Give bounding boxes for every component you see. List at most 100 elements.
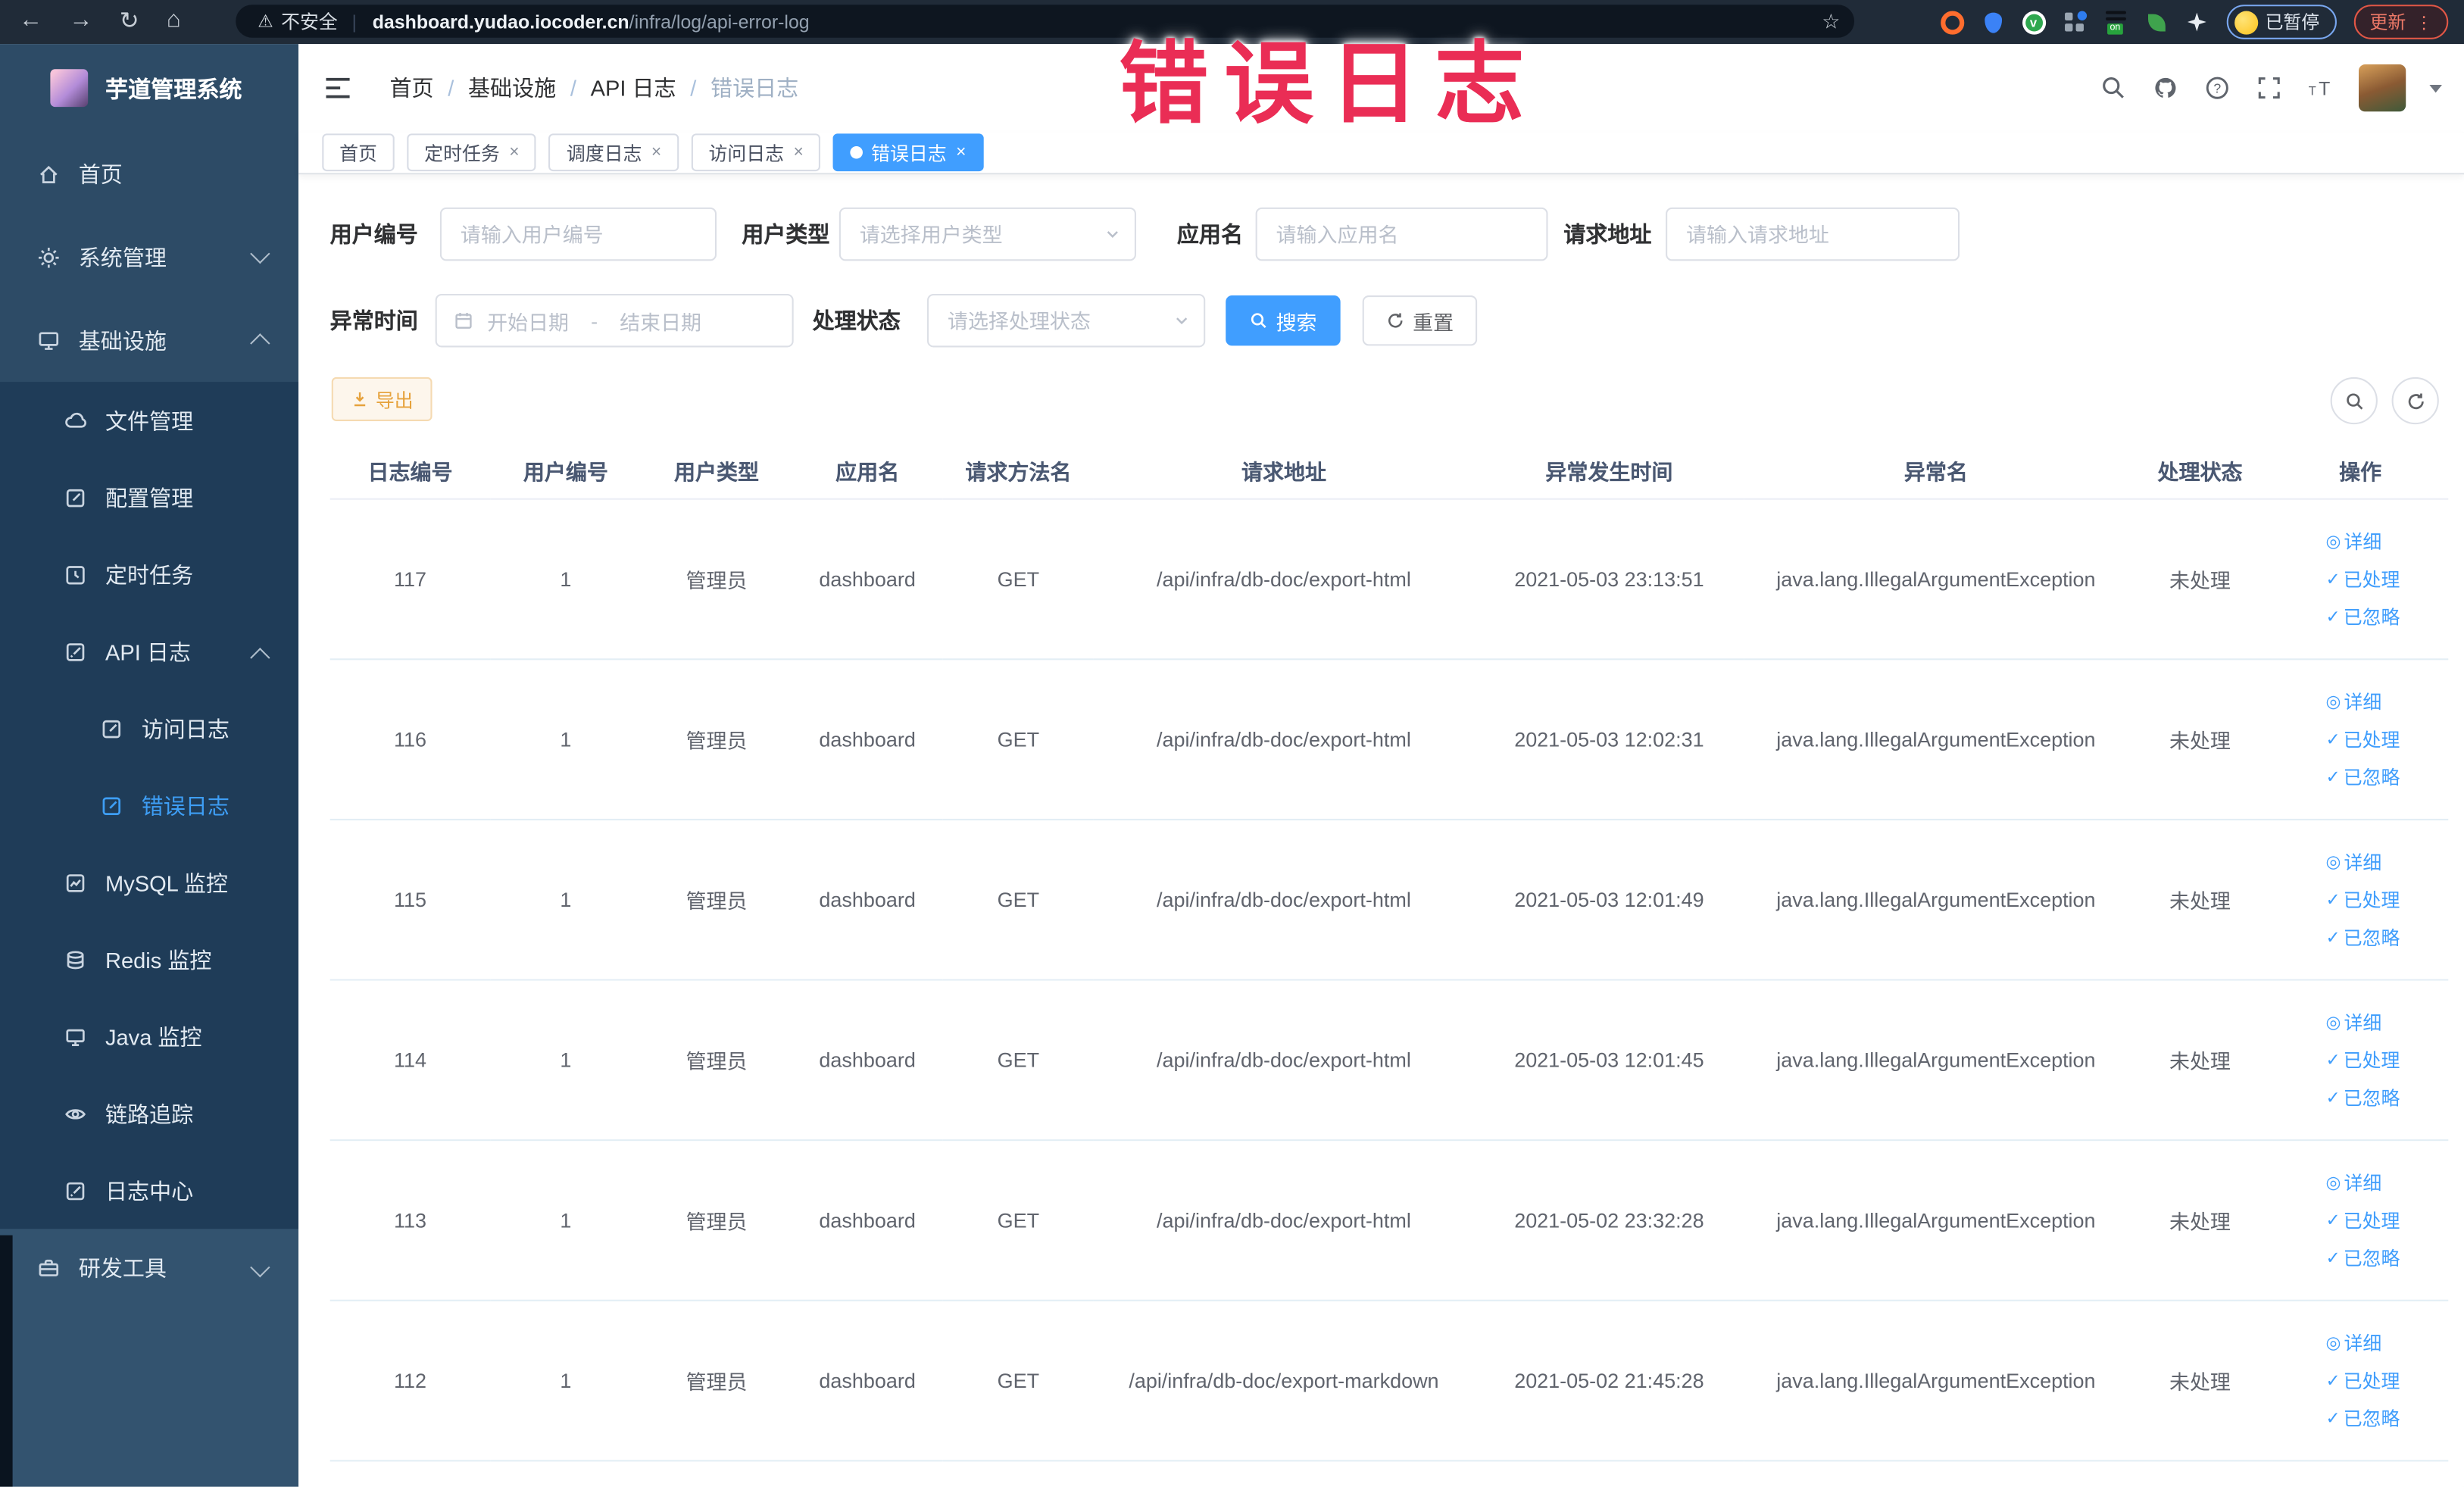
- mark-processed-link[interactable]: ✓ 已处理: [2325, 566, 2400, 592]
- app-name-input[interactable]: [1255, 207, 1548, 261]
- sidebar-item-config-manage[interactable]: 配置管理: [0, 459, 298, 536]
- close-icon[interactable]: ×: [956, 143, 966, 162]
- browser-forward-icon[interactable]: →: [69, 6, 92, 33]
- sidebar-item-error-log[interactable]: 错误日志: [0, 767, 298, 844]
- app-name-label: 应用名: [1176, 221, 1244, 247]
- close-icon[interactable]: ×: [794, 143, 804, 162]
- request-url-input[interactable]: [1666, 207, 1960, 261]
- browser-home-icon[interactable]: ⌂: [167, 6, 181, 33]
- user-avatar[interactable]: [2359, 64, 2406, 112]
- detail-link[interactable]: ◎ 详细: [2325, 1170, 2381, 1196]
- extension-icon[interactable]: on: [2103, 10, 2127, 34]
- mark-ignored-link[interactable]: ✓ 已忽略: [2325, 1245, 2400, 1271]
- detail-link[interactable]: ◎ 详细: [2325, 848, 2381, 875]
- tab-scheduled-jobs[interactable]: 定时任务 ×: [407, 133, 537, 172]
- extension-icon[interactable]: [2063, 10, 2087, 33]
- exception-time-label: 异常时间: [329, 308, 418, 333]
- col-exception: 异常名: [1744, 439, 2128, 500]
- breadcrumb-home[interactable]: 首页: [390, 72, 434, 103]
- exception-time-range-picker[interactable]: 开始日期 - 结束日期: [435, 293, 794, 348]
- tab-schedule-log[interactable]: 调度日志 ×: [549, 133, 679, 172]
- check-icon: ✓: [2325, 1051, 2341, 1070]
- font-size-icon[interactable]: TT: [2307, 74, 2335, 102]
- sidebar-item-infra[interactable]: 基础设施: [0, 298, 298, 382]
- mark-processed-link[interactable]: ✓ 已处理: [2325, 1047, 2400, 1073]
- mark-processed-link[interactable]: ✓ 已处理: [2325, 1207, 2400, 1233]
- breadcrumb-infra[interactable]: 基础设施: [468, 72, 556, 103]
- extension-icon[interactable]: [2144, 10, 2168, 33]
- mark-ignored-link[interactable]: ✓ 已忽略: [2325, 924, 2400, 951]
- chevron-down-icon: [250, 243, 270, 264]
- mark-processed-link[interactable]: ✓ 已处理: [2325, 726, 2400, 752]
- browser-back-icon[interactable]: ←: [19, 6, 42, 33]
- cell-user-type: 管理员: [641, 979, 792, 1142]
- tab-error-log[interactable]: 错误日志 ×: [833, 133, 984, 172]
- user-id-input[interactable]: [439, 207, 717, 261]
- log-icon: [99, 716, 124, 741]
- logo-image: [50, 69, 89, 108]
- cell-user-type: 管理员: [641, 659, 792, 820]
- github-icon[interactable]: [2151, 74, 2179, 102]
- process-status-select[interactable]: [927, 293, 1206, 348]
- home-icon: [36, 161, 61, 186]
- tab-access-log[interactable]: 访问日志 ×: [691, 133, 821, 172]
- sidebar-item-access-log[interactable]: 访问日志: [0, 690, 298, 767]
- search-icon[interactable]: [2100, 74, 2128, 102]
- export-button[interactable]: 导出: [331, 376, 433, 421]
- sidebar-item-system[interactable]: 系统管理: [0, 215, 298, 298]
- sidebar-item-log-center[interactable]: 日志中心: [0, 1152, 298, 1229]
- extension-icon[interactable]: [2185, 10, 2209, 33]
- cell-user-id: 1: [490, 979, 642, 1142]
- col-time: 异常发生时间: [1473, 439, 1744, 500]
- user-menu-caret-icon[interactable]: [2429, 83, 2442, 92]
- sidebar-item-file-manage[interactable]: 文件管理: [0, 382, 298, 459]
- cell-exception: java.lang.IllegalArgumentException: [1744, 1300, 2128, 1462]
- detail-link[interactable]: ◎ 详细: [2325, 1329, 2381, 1356]
- user-type-select-input[interactable]: [839, 207, 1136, 261]
- cloud-icon: [63, 408, 88, 433]
- process-status-select-input[interactable]: [927, 293, 1206, 348]
- sidebar-item-dev-tools[interactable]: 研发工具: [0, 1229, 298, 1307]
- extension-icon[interactable]: v: [2021, 10, 2046, 34]
- browser-menu-icon[interactable]: ⋮: [2416, 12, 2433, 33]
- sidebar-item-java-monitor[interactable]: Java 监控: [0, 998, 298, 1075]
- sidebar-item-trace[interactable]: 链路追踪: [0, 1075, 298, 1152]
- extension-icon[interactable]: [1940, 10, 1964, 34]
- sidebar-item-mysql-monitor[interactable]: MySQL 监控: [0, 844, 298, 921]
- detail-link[interactable]: ◎ 详细: [2325, 1009, 2381, 1036]
- breadcrumb-api-log[interactable]: API 日志: [591, 72, 676, 103]
- sidebar-item-scheduled-jobs[interactable]: 定时任务: [0, 536, 298, 613]
- sidebar-logo[interactable]: 芋道管理系统: [0, 44, 298, 132]
- cell-request-url: /api/infra/db-doc/export-markdown: [1093, 1300, 1474, 1462]
- fullscreen-icon[interactable]: [2255, 74, 2283, 102]
- toggle-search-button[interactable]: [2330, 376, 2378, 425]
- browser-reload-icon[interactable]: ↻: [120, 6, 139, 34]
- address-bar[interactable]: ⚠ 不安全 | dashboard.yudao.iocoder.cn /infr…: [236, 5, 1855, 38]
- browser-update-button[interactable]: 更新 ⋮: [2353, 5, 2449, 39]
- user-type-select[interactable]: [839, 207, 1136, 261]
- close-icon[interactable]: ×: [509, 143, 519, 162]
- mark-ignored-link[interactable]: ✓ 已忽略: [2325, 1405, 2400, 1432]
- help-icon[interactable]: ?: [2203, 74, 2231, 102]
- mark-processed-link[interactable]: ✓ 已处理: [2325, 1367, 2400, 1394]
- tab-home[interactable]: 首页: [322, 133, 395, 172]
- mark-ignored-link[interactable]: ✓ 已忽略: [2325, 604, 2400, 630]
- cell-user-id: 1: [490, 1140, 642, 1301]
- bookmark-star-icon[interactable]: ☆: [1822, 8, 1840, 33]
- search-button[interactable]: 搜索: [1226, 295, 1341, 346]
- sidebar-item-api-log[interactable]: API 日志: [0, 613, 298, 690]
- mark-ignored-link[interactable]: ✓ 已忽略: [2325, 764, 2400, 790]
- detail-link[interactable]: ◎ 详细: [2325, 689, 2381, 715]
- sidebar-toggle-icon[interactable]: [322, 72, 353, 103]
- sidebar-item-home[interactable]: 首页: [0, 132, 298, 215]
- close-icon[interactable]: ×: [651, 143, 661, 162]
- refresh-button[interactable]: [2391, 376, 2439, 425]
- profile-paused-badge[interactable]: 已暂停: [2225, 5, 2337, 39]
- sidebar-item-redis-monitor[interactable]: Redis 监控: [0, 921, 298, 998]
- mark-processed-link[interactable]: ✓ 已处理: [2325, 886, 2400, 913]
- detail-link[interactable]: ◎ 详细: [2325, 528, 2381, 555]
- mark-ignored-link[interactable]: ✓ 已忽略: [2325, 1084, 2400, 1111]
- breadcrumb-error-log: 错误日志: [710, 75, 799, 101]
- extension-icon[interactable]: [1981, 10, 2004, 33]
- reset-button[interactable]: 重置: [1362, 295, 1478, 346]
